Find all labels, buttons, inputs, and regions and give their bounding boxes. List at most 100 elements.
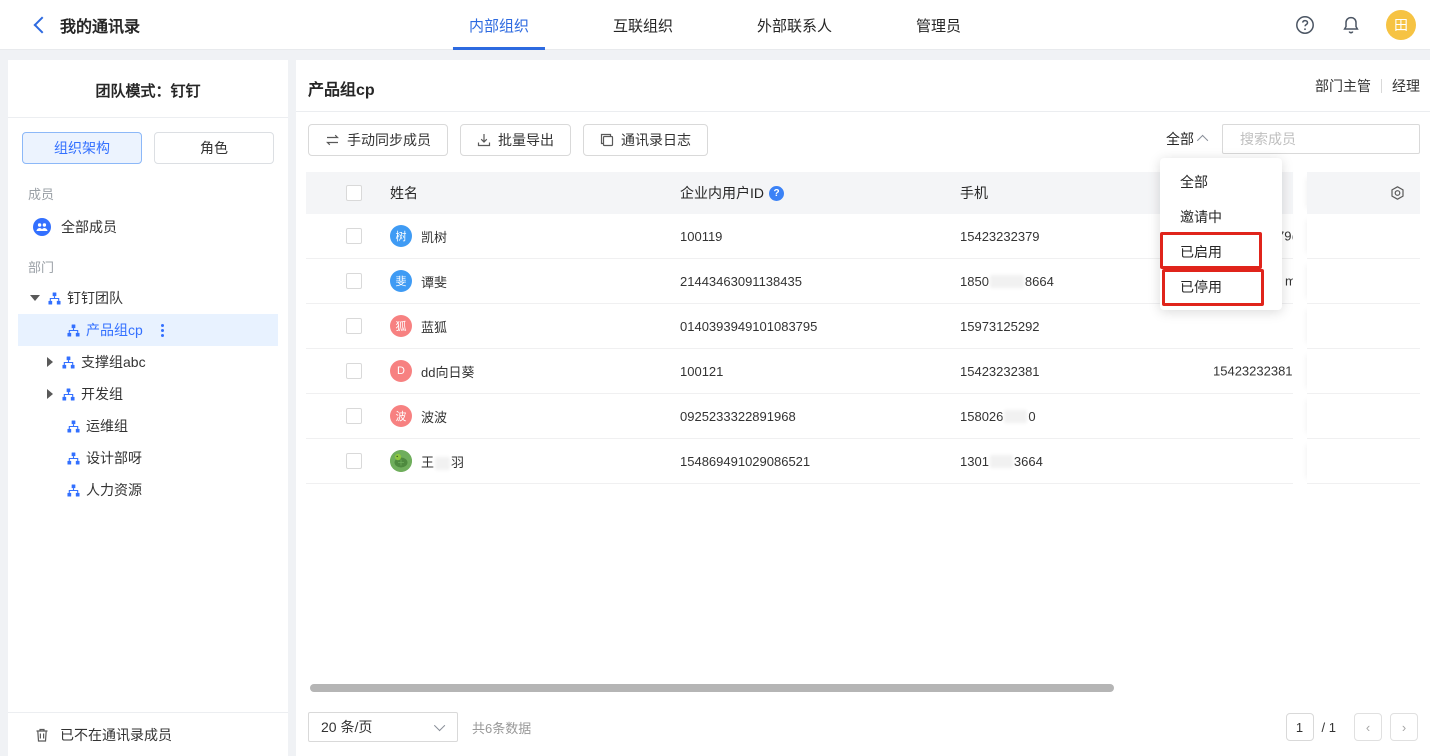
pager: 1 / 1 ‹ › [1286,713,1418,741]
dropdown-item-enabled[interactable]: 已启用 [1160,234,1282,269]
trash-icon [34,727,50,743]
tree-item-child[interactable]: 开发组 [8,378,288,410]
redacted-blur [435,457,450,470]
dropdown-item-all[interactable]: 全部 [1160,164,1282,199]
department-tree: 钉钉团队 产品组cp 支撑组abc 开发组 运维组 设计部呀 人力资源 [8,282,288,506]
current-page-input[interactable]: 1 [1286,713,1314,741]
page-title: 我的通讯录 [60,13,140,37]
tree-item-selected[interactable]: 产品组cp [18,314,278,346]
tree-item-root[interactable]: 钉钉团队 [8,282,288,314]
help-badge-icon[interactable]: ? [769,186,784,201]
phone-cell: 1580260 [950,394,1200,439]
dept-manager-link[interactable]: 部门主管 [1315,76,1371,96]
back-button[interactable]: 我的通讯录 [36,0,140,50]
tree-item-label: 钉钉团队 [67,288,123,308]
redacted-blur [1004,410,1027,423]
batch-export-button[interactable]: 批量导出 [460,124,571,156]
email-cell [1200,394,1293,439]
toolbar: 手动同步成员 批量导出 通讯录日志 [308,124,708,156]
department-title: 产品组cp [308,76,375,100]
tab-admins[interactable]: 管理员 [900,0,977,50]
user-id-cell: 0140393949101083795 [670,304,950,349]
row-checkbox[interactable] [346,273,362,289]
tab-internal-org[interactable]: 内部组织 [453,0,545,50]
org-chart-icon [48,292,61,305]
search-input[interactable] [1240,131,1421,147]
gear-icon[interactable] [1389,185,1406,202]
row-checkbox[interactable] [346,318,362,334]
log-icon [600,133,614,147]
email-cell [1200,304,1293,349]
email-fragment: m [1285,274,1293,289]
caret-right-icon[interactable] [47,357,53,367]
member-avatar: 树 [390,225,412,247]
ops-cell [1307,304,1420,349]
total-count-label: 共6条数据 [472,718,531,737]
back-chevron-icon [34,17,51,34]
org-chart-icon [67,420,80,433]
pagination-bar: 20 条/页 共6条数据 1 / 1 ‹ › [308,712,1418,742]
table-gutter [1293,349,1307,394]
org-chart-icon [67,324,80,337]
select-all-checkbox[interactable] [346,185,362,201]
turtle-avatar [390,450,412,472]
email-fragment: 15423232381@ [1213,364,1293,379]
org-chart-icon [62,356,75,369]
tree-item-child[interactable]: 支撑组abc [8,346,288,378]
tab-external-contacts[interactable]: 外部联系人 [741,0,848,50]
phone-cell: 15973125292 [950,304,1200,349]
table-row[interactable]: Ddd向日葵1001211542323238115423232381@ [306,349,1420,394]
row-checkbox-cell [306,349,370,394]
user-id-cell: 100119 [670,214,950,259]
total-pages-label: / 1 [1322,720,1336,735]
tab-roles[interactable]: 角色 [154,132,274,164]
table-gutter [1293,259,1307,304]
member-name-cell: Ddd向日葵 [370,349,670,394]
status-filter-dropdown[interactable]: 全部 [1166,129,1208,149]
download-icon [477,133,491,147]
manual-sync-button[interactable]: 手动同步成员 [308,124,448,156]
caret-right-icon[interactable] [47,389,53,399]
row-checkbox[interactable] [346,228,362,244]
user-avatar[interactable]: 田 [1386,10,1416,40]
user-id-cell: 154869491029086521 [670,439,950,484]
status-filter-value: 全部 [1166,129,1194,149]
tab-linked-org[interactable]: 互联组织 [597,0,689,50]
more-actions-icon[interactable] [157,322,168,339]
sidebar-item-removed-members[interactable]: 已不在通讯录成员 [8,712,288,756]
table-gutter [1293,304,1307,349]
row-checkbox-cell [306,304,370,349]
member-name-cell: 王羽 [370,439,670,484]
member-name: 王羽 [421,452,464,471]
user-id-cell: 100121 [670,349,950,394]
contacts-log-button[interactable]: 通讯录日志 [583,124,708,156]
table-row[interactable]: 狐蓝狐014039394910108379515973125292 [306,304,1420,349]
row-checkbox[interactable] [346,408,362,424]
manager-link[interactable]: 经理 [1392,76,1420,96]
sidebar-item-label: 已不在通讯录成员 [60,725,172,745]
help-icon[interactable] [1294,14,1316,36]
sidebar-item-all-members[interactable]: 全部成员 [8,209,288,245]
row-checkbox[interactable] [346,363,362,379]
dropdown-item-disabled[interactable]: 已停用 [1160,269,1282,304]
row-checkbox[interactable] [346,453,362,469]
tree-item-child[interactable]: 人力资源 [8,474,288,506]
table-row[interactable]: 王羽15486949102908652113013664 [306,439,1420,484]
dropdown-item-inviting[interactable]: 邀请中 [1160,199,1282,234]
table-gutter [1293,439,1307,484]
header-column-settings [1307,172,1420,214]
ops-cell [1307,439,1420,484]
prev-page-button[interactable]: ‹ [1354,713,1382,741]
table-row[interactable]: 波波波09252333228919681580260 [306,394,1420,439]
main-panel: 产品组cp 部门主管 经理 手动同步成员 批量导出 通讯录日志 全部 [296,60,1430,756]
header-user-id: 企业内用户ID? [670,172,950,214]
tree-item-child[interactable]: 运维组 [8,410,288,442]
notification-bell-icon[interactable] [1340,14,1362,36]
tab-org-structure[interactable]: 组织架构 [22,132,142,164]
next-page-button[interactable]: › [1390,713,1418,741]
tree-item-child[interactable]: 设计部呀 [8,442,288,474]
caret-down-icon[interactable] [30,295,40,301]
page-size-select[interactable]: 20 条/页 [308,712,458,742]
role-links: 部门主管 经理 [1315,76,1420,96]
horizontal-scrollbar[interactable] [310,684,1114,692]
